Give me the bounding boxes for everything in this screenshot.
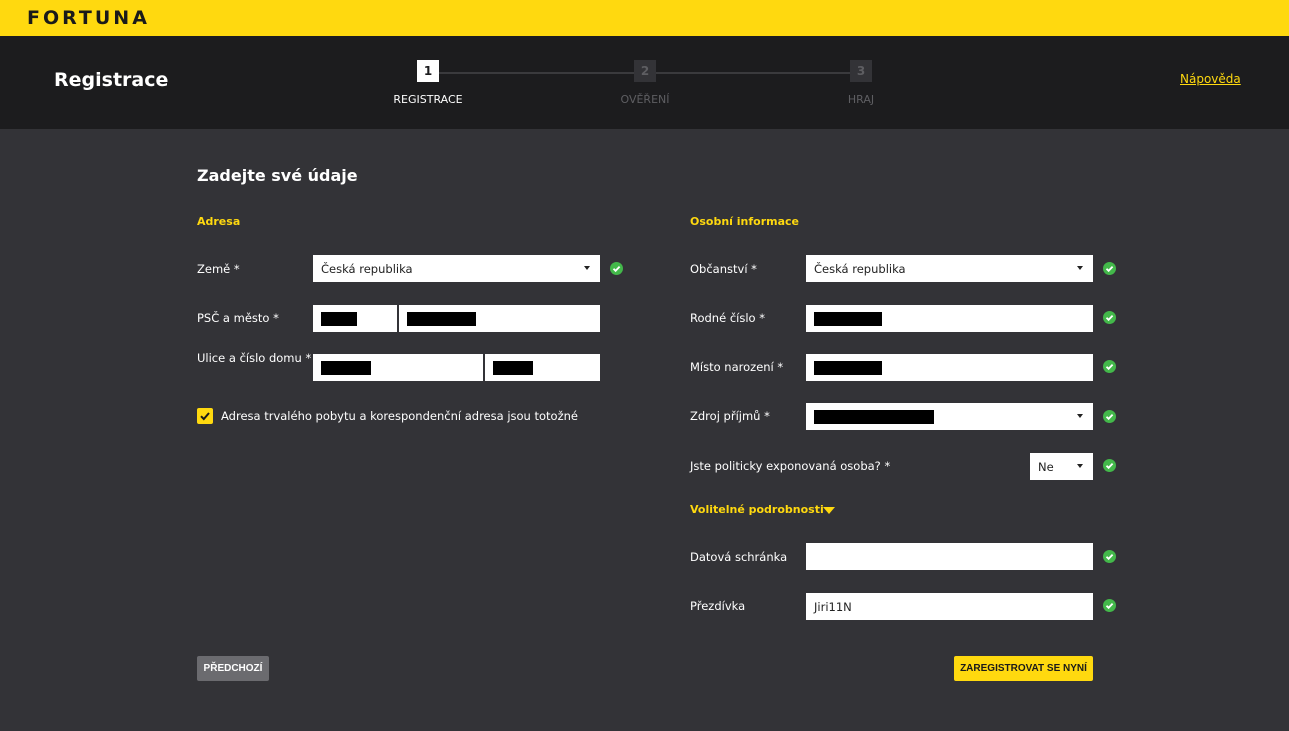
chevron-down-icon[interactable]	[823, 507, 835, 514]
check-circle-icon	[1103, 459, 1116, 472]
same-address-label[interactable]: Adresa trvalého pobytu a korespondenční …	[221, 409, 578, 423]
same-address-checkbox[interactable]	[197, 408, 213, 424]
step-1-label: REGISTRACE	[393, 93, 463, 106]
pep-select[interactable]: Ne	[1030, 453, 1093, 480]
page-title: Registrace	[54, 69, 169, 91]
fortuna-logo[interactable]: FORTUNA	[27, 7, 150, 29]
zip-input[interactable]	[313, 305, 397, 332]
caret-down-icon	[1077, 414, 1083, 418]
nickname-label: Přezdívka	[690, 599, 746, 613]
step-1-number: 1	[417, 60, 439, 82]
city-input[interactable]	[399, 305, 600, 332]
citizenship-label: Občanství *	[690, 262, 757, 276]
redacted-value	[814, 360, 882, 375]
income-source-label: Zdroj příjmů *	[690, 409, 770, 423]
step-3-label: HRAJ	[847, 93, 875, 106]
register-button[interactable]: ZAREGISTROVAT SE NYNÍ	[954, 656, 1093, 681]
redacted-value	[814, 409, 934, 424]
registration-header: Registrace 1 REGISTRACE 2 OVĚŘENÍ 3 HRAJ…	[0, 36, 1289, 129]
citizenship-select[interactable]: Česká republika	[806, 255, 1093, 282]
house-number-input[interactable]	[485, 354, 600, 381]
birth-number-input[interactable]	[806, 305, 1093, 332]
birth-number-label: Rodné číslo *	[690, 311, 765, 325]
stepper-line	[439, 72, 634, 74]
street-input[interactable]	[313, 354, 483, 381]
data-box-input[interactable]	[806, 543, 1093, 570]
zip-city-label: PSČ a město *	[197, 311, 279, 325]
caret-down-icon	[1077, 266, 1083, 270]
form-title: Zadejte své údaje	[197, 166, 358, 185]
checkmark-icon	[200, 412, 210, 421]
check-circle-icon	[1103, 360, 1116, 373]
nickname-input[interactable]: Jiri11N	[806, 593, 1093, 620]
top-bar: FORTUNA	[0, 0, 1289, 36]
caret-down-icon	[1077, 464, 1083, 468]
pep-value: Ne	[1038, 459, 1054, 474]
check-circle-icon	[1103, 599, 1116, 612]
data-box-label: Datová schránka	[690, 550, 788, 564]
check-circle-icon	[1103, 410, 1116, 423]
redacted-value	[493, 360, 533, 375]
pep-label: Jste politicky exponovaná osoba? *	[690, 459, 891, 473]
stepper-line	[656, 72, 850, 74]
step-2-label: OVĚŘENÍ	[620, 93, 670, 106]
country-value: Česká republika	[321, 261, 413, 276]
birth-place-label: Místo narození *	[690, 360, 784, 374]
income-source-select[interactable]	[806, 403, 1093, 430]
check-circle-icon	[1103, 550, 1116, 563]
caret-down-icon	[584, 266, 590, 270]
check-circle-icon	[1103, 311, 1116, 324]
redacted-value	[321, 311, 357, 326]
step-2-number: 2	[634, 60, 656, 82]
check-circle-icon	[1103, 262, 1116, 275]
redacted-value	[814, 311, 882, 326]
redacted-value	[407, 311, 476, 326]
address-section-title: Adresa	[197, 215, 241, 228]
citizenship-value: Česká republika	[814, 261, 906, 276]
step-3-number: 3	[850, 60, 872, 82]
country-label: Země *	[197, 262, 240, 276]
street-label: Ulice a číslo domu *	[197, 351, 312, 365]
personal-section-title: Osobní informace	[690, 215, 799, 228]
help-link[interactable]: Nápověda	[1180, 72, 1241, 86]
birth-place-input[interactable]	[806, 354, 1093, 381]
optional-details-toggle[interactable]: Volitelné podrobnosti	[690, 503, 824, 516]
country-select[interactable]: Česká republika	[313, 255, 600, 282]
check-circle-icon	[610, 262, 623, 275]
previous-button[interactable]: PŘEDCHOZÍ	[197, 656, 269, 681]
redacted-value	[321, 360, 371, 375]
